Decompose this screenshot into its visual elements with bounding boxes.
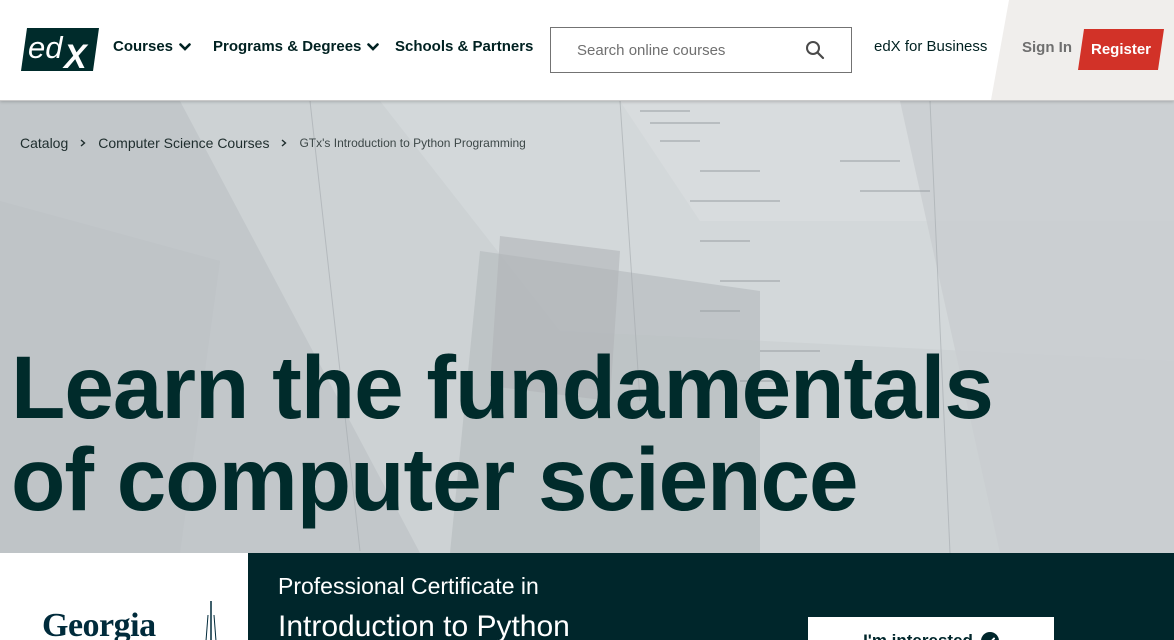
breadcrumb: Catalog Computer Science Courses GTx's I… — [20, 135, 526, 151]
page-title-line-2: of computer science — [11, 429, 859, 529]
school-logo: Georgia — [42, 607, 156, 640]
register-button[interactable]: Register — [1078, 29, 1164, 70]
nav-courses-label: Courses — [113, 38, 174, 55]
im-interested-button[interactable]: I'm interested — [808, 617, 1054, 640]
check-circle-icon — [980, 632, 999, 640]
program-panel: Professional Certificate in Introduction… — [248, 553, 1174, 640]
breadcrumb-current: GTx's Introduction to Python Programming — [299, 136, 526, 150]
nav-schools[interactable]: Schools & Partners — [395, 38, 533, 55]
tower-icon — [205, 601, 217, 640]
sign-in-link[interactable]: Sign In — [1022, 39, 1072, 56]
edx-for-business-link[interactable]: edX for Business — [874, 38, 987, 55]
hero-banner: Catalog Computer Science Courses GTx's I… — [0, 101, 1174, 553]
chevron-right-icon — [281, 139, 288, 147]
breadcrumb-catalog[interactable]: Catalog — [20, 135, 68, 151]
page-title-line-1: Learn the fundamentals — [11, 337, 994, 437]
logo-text-ed: ed — [28, 30, 64, 65]
school-logo-panel: Georgia — [0, 553, 248, 640]
nav-programs[interactable]: Programs & Degrees — [213, 38, 380, 55]
logo-text-x: X — [62, 38, 89, 71]
chevron-down-icon — [367, 42, 380, 51]
nav-programs-label: Programs & Degrees — [213, 38, 362, 55]
page-title: Learn the fundamentals of computer scien… — [11, 341, 1131, 525]
im-interested-label: I'm interested — [863, 631, 973, 640]
site-header: ed X Courses Programs & Degrees Schools … — [0, 0, 1174, 101]
program-name: Introduction to Python — [278, 610, 570, 640]
program-type-label: Professional Certificate in — [278, 573, 539, 599]
search-input[interactable] — [577, 41, 797, 59]
nav-courses[interactable]: Courses — [113, 38, 191, 55]
chevron-down-icon — [179, 42, 191, 51]
nav-schools-label: Schools & Partners — [395, 38, 534, 55]
chevron-right-icon — [80, 139, 86, 147]
search-icon[interactable] — [805, 40, 825, 60]
search-box — [550, 27, 852, 73]
breadcrumb-computer-science[interactable]: Computer Science Courses — [98, 135, 269, 151]
edx-logo[interactable]: ed X — [21, 28, 99, 76]
